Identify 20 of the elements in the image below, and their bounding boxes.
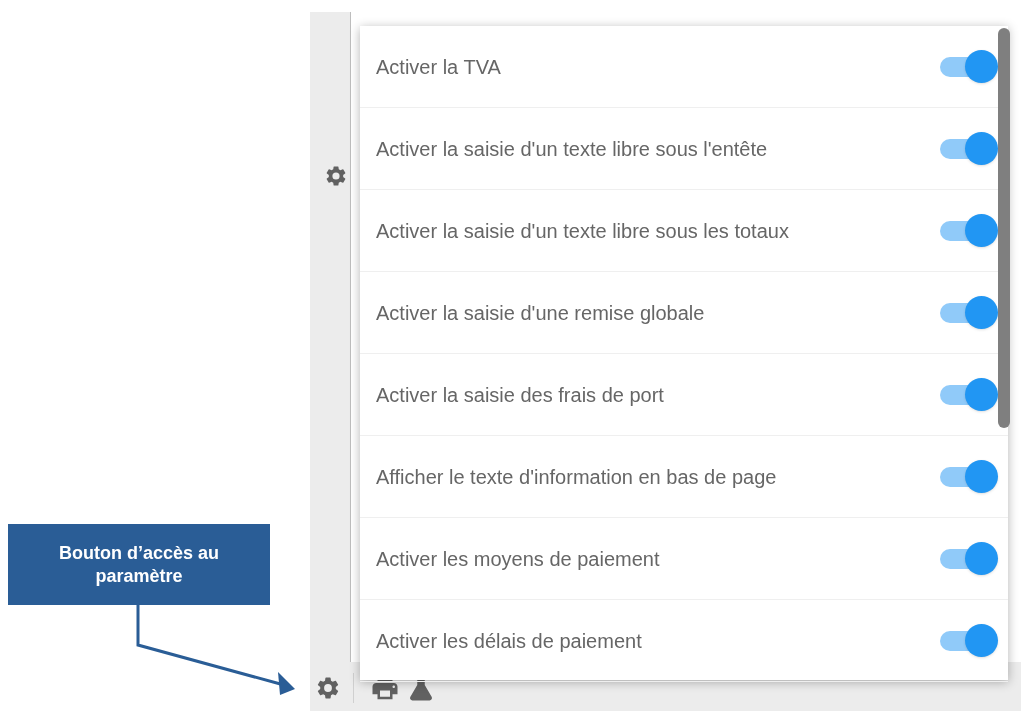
toggle-switch[interactable] <box>938 295 998 330</box>
toggle-switch[interactable] <box>938 623 998 658</box>
callout-box: Bouton d’accès au paramètre <box>8 524 270 605</box>
setting-label: Activer les délais de paiement <box>376 628 642 654</box>
setting-label: Activer les moyens de paiement <box>376 546 660 572</box>
toggle-switch[interactable] <box>938 131 998 166</box>
setting-label: Activer la saisie d'un texte libre sous l'entête <box>376 136 768 162</box>
setting-label: Activer la saisie d'une remise globale <box>376 300 705 326</box>
toggle-switch[interactable] <box>938 213 998 248</box>
toggle-switch[interactable] <box>938 49 998 84</box>
gear-icon[interactable] <box>324 164 348 188</box>
scrollbar[interactable] <box>998 28 1010 428</box>
toggle-switch[interactable] <box>938 541 998 576</box>
setting-label: Afficher le texte d'information en bas de page <box>376 464 777 490</box>
setting-label: Activer la saisie d'un texte libre sous les totaux <box>376 218 789 244</box>
setting-label: Activer la TVA <box>376 54 501 80</box>
toggle-switch[interactable] <box>938 459 998 494</box>
gear-icon[interactable] <box>315 675 341 701</box>
setting-label: Activer la saisie des frais de port <box>376 382 664 408</box>
toggle-switch[interactable] <box>938 377 998 412</box>
